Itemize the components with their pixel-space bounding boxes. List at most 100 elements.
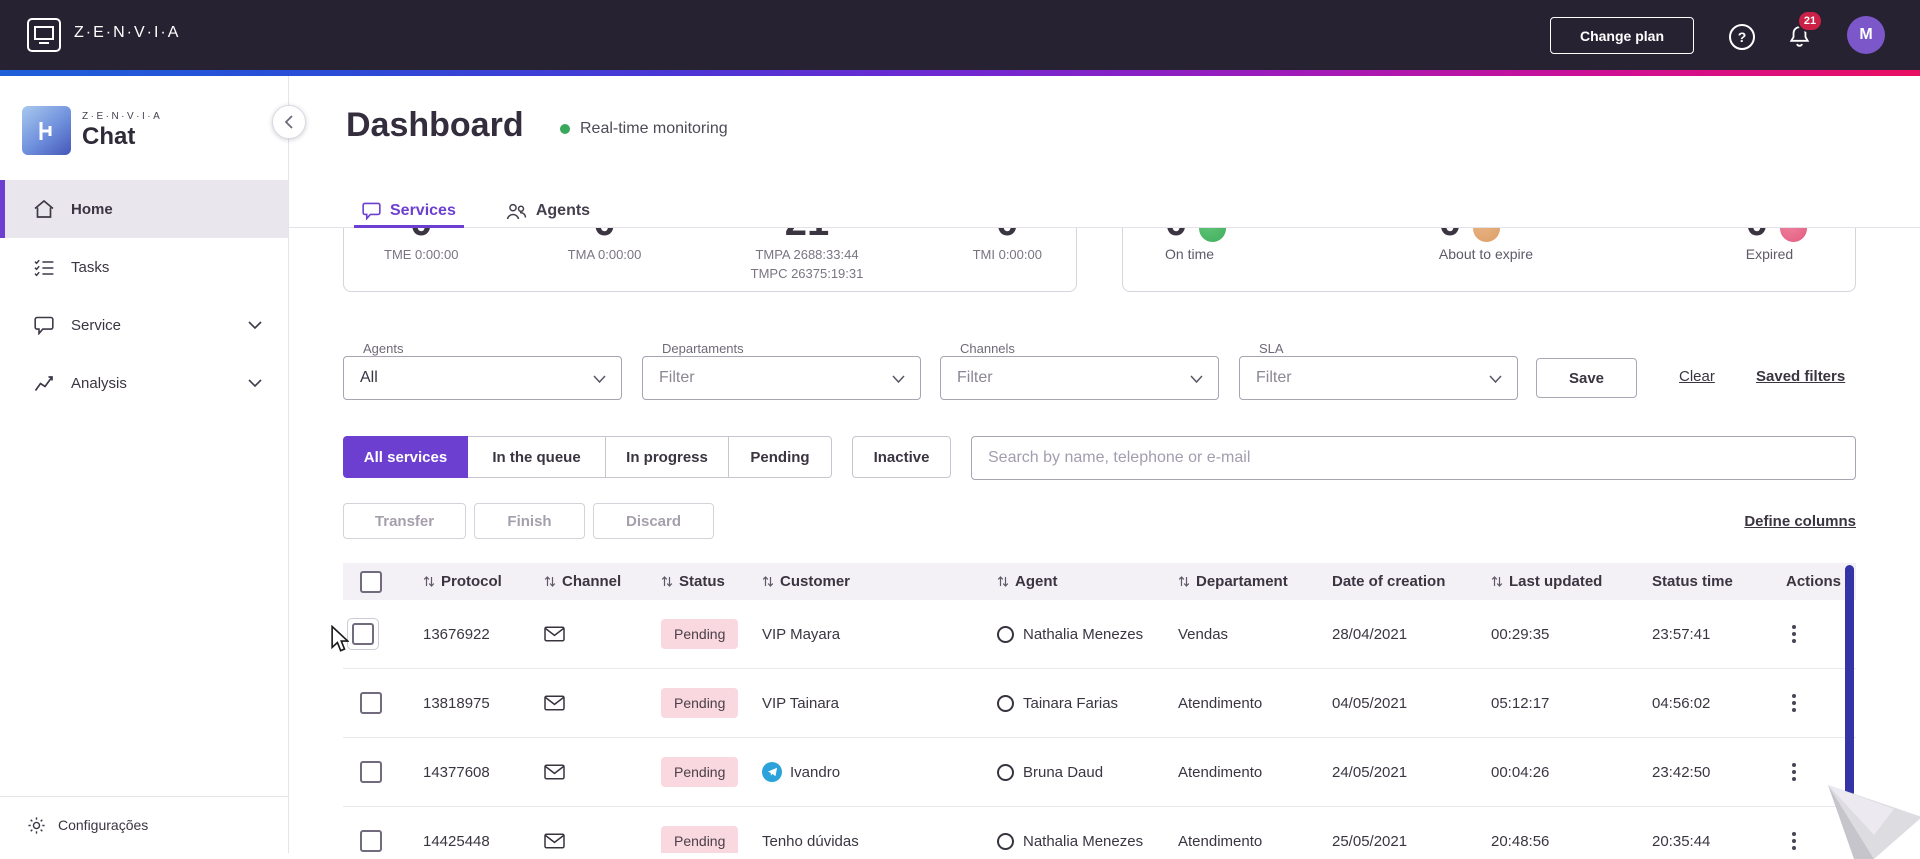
row-actions-menu[interactable] <box>1786 688 1802 718</box>
metric-label: Expired <box>1745 246 1794 262</box>
cell-customer: Tenho dúvidas <box>762 832 859 850</box>
cell-customer: VIP Tainara <box>762 694 839 712</box>
chat-logo-icon <box>22 106 71 155</box>
cell-date-of-creation: 24/05/2021 <box>1332 763 1408 781</box>
column-header-customer[interactable]: Customer <box>751 573 986 590</box>
column-header-agent[interactable]: Agent <box>986 573 1167 590</box>
logo-product-name: Chat <box>82 122 136 150</box>
sidebar-item-label: Tasks <box>71 258 110 276</box>
user-avatar[interactable]: M <box>1847 16 1885 54</box>
saved-filters-link[interactable]: Saved filters <box>1756 368 1845 385</box>
checkbox-hover-ring <box>347 618 379 650</box>
table-row[interactable]: 14425448 Pending Tenho dúvidas Nathalia … <box>343 807 1856 853</box>
tab-services[interactable]: Services <box>354 195 464 228</box>
column-header-date-of-creation: Date of creation <box>1321 573 1480 590</box>
change-plan-button[interactable]: Change plan <box>1550 17 1694 54</box>
row-checkbox[interactable] <box>360 830 382 852</box>
sla-metrics-card: 0 On time 0 About to expire 0 Expired <box>1122 228 1856 292</box>
sidebar-item-service[interactable]: Service <box>0 296 288 354</box>
table-scrollbar[interactable] <box>1845 565 1854 797</box>
zenvia-logo-icon <box>26 17 62 53</box>
discard-button[interactable]: Discard <box>593 503 714 539</box>
service-tab-all-services[interactable]: All services <box>343 436 468 478</box>
metric-value: 0 <box>1746 228 1768 245</box>
metric-about-to-expire: 0 About to expire <box>1439 228 1533 291</box>
sidebar-item-settings[interactable]: Configurações <box>0 796 288 853</box>
agents-filter-label: Agents <box>363 341 404 356</box>
gear-icon <box>27 816 46 835</box>
chat-widget-paper-plane-icon[interactable] <box>1822 775 1920 859</box>
zenvia-chat-logo: Z·E·N·V·I·A Chat <box>22 106 162 155</box>
column-header-protocol[interactable]: Protocol <box>412 573 533 590</box>
sidebar-item-analysis[interactable]: Analysis <box>0 354 288 412</box>
column-header-channel[interactable]: Channel <box>533 573 650 590</box>
metric-tmpa: 21 TMPA 2688:33:44 TMPC 26375:19:31 <box>751 228 864 291</box>
analysis-chart-icon <box>32 374 56 392</box>
sort-icon <box>544 576 556 587</box>
agents-filter-select[interactable]: All <box>343 356 622 400</box>
sidebar-item-tasks[interactable]: Tasks <box>0 238 288 296</box>
clear-filters-link[interactable]: Clear <box>1679 368 1715 385</box>
row-checkbox[interactable] <box>352 623 374 645</box>
collapse-sidebar-button[interactable] <box>272 105 306 139</box>
help-icon[interactable]: ? <box>1729 24 1755 50</box>
status-badge: Pending <box>661 688 739 718</box>
metric-label: TMI 0:00:00 <box>972 247 1042 262</box>
email-channel-icon <box>544 695 565 711</box>
select-all-checkbox[interactable] <box>360 570 382 593</box>
row-checkbox[interactable] <box>360 692 382 714</box>
finish-button[interactable]: Finish <box>474 503 585 539</box>
table-row[interactable]: 13676922 Pending VIP Mayara Nathalia Men… <box>343 600 1856 669</box>
row-actions-menu[interactable] <box>1786 757 1802 787</box>
metric-value: 0 <box>384 228 458 245</box>
row-actions-menu[interactable] <box>1786 826 1802 853</box>
metric-value: 0 <box>568 228 642 245</box>
column-header-departament[interactable]: Departament <box>1167 573 1321 590</box>
column-header-status[interactable]: Status <box>650 573 751 590</box>
define-columns-link[interactable]: Define columns <box>1717 513 1856 530</box>
service-tab-pending[interactable]: Pending <box>728 436 832 478</box>
departaments-filter-label: Departaments <box>662 341 744 356</box>
transfer-button[interactable]: Transfer <box>343 503 466 539</box>
table-row[interactable]: 13818975 Pending VIP Tainara Tainara Far… <box>343 669 1856 738</box>
metric-label: TMPA 2688:33:44 <box>755 247 859 262</box>
column-label: Protocol <box>441 573 502 590</box>
column-header-last-updated[interactable]: Last updated <box>1480 573 1641 590</box>
sla-filter-select[interactable]: Filter <box>1239 356 1518 400</box>
service-tab-in-progress[interactable]: In progress <box>605 436 729 478</box>
cell-agent: Nathalia Menezes <box>1023 625 1144 643</box>
service-chat-icon <box>32 316 56 335</box>
service-tab-inactive[interactable]: Inactive <box>852 436 951 478</box>
notification-badge: 21 <box>1797 10 1823 32</box>
sort-icon <box>661 576 673 587</box>
row-actions-menu[interactable] <box>1786 619 1802 649</box>
select-value: Filter <box>957 369 993 386</box>
settings-label: Configurações <box>58 817 149 833</box>
search-input[interactable] <box>971 436 1856 480</box>
channels-filter-select[interactable]: Filter <box>940 356 1219 400</box>
sla-filter-label: SLA <box>1259 341 1284 356</box>
telegram-channel-icon <box>762 762 782 782</box>
chevron-down-icon <box>248 379 262 387</box>
sidebar-item-home[interactable]: Home <box>0 180 288 238</box>
select-value: Filter <box>659 369 695 386</box>
logo-brand-small: Z·E·N·V·I·A <box>82 110 163 122</box>
cell-agent: Nathalia Menezes <box>1023 832 1144 850</box>
departaments-filter-select[interactable]: Filter <box>642 356 921 400</box>
tab-agents[interactable]: Agents <box>498 195 598 227</box>
column-header-status-time: Status time <box>1641 573 1762 590</box>
tab-label: Agents <box>535 202 591 219</box>
select-value: Filter <box>1256 369 1292 386</box>
sidebar-item-label: Home <box>71 200 113 218</box>
row-checkbox[interactable] <box>360 761 382 783</box>
cell-last-updated: 00:29:35 <box>1491 625 1550 643</box>
column-header-actions: Actions <box>1762 573 1856 590</box>
table-row[interactable]: 14377608 Pending Ivandro Bruna Daud Aten… <box>343 738 1856 807</box>
service-tab-in-the-queue[interactable]: In the queue <box>467 436 606 478</box>
save-filters-button[interactable]: Save <box>1536 358 1637 398</box>
metric-expired: 0 Expired <box>1746 228 1807 291</box>
cell-protocol: 13818975 <box>423 694 490 712</box>
realtime-indicator: Real-time monitoring <box>560 120 728 138</box>
home-icon <box>32 199 56 219</box>
on-time-icon <box>1199 228 1227 242</box>
